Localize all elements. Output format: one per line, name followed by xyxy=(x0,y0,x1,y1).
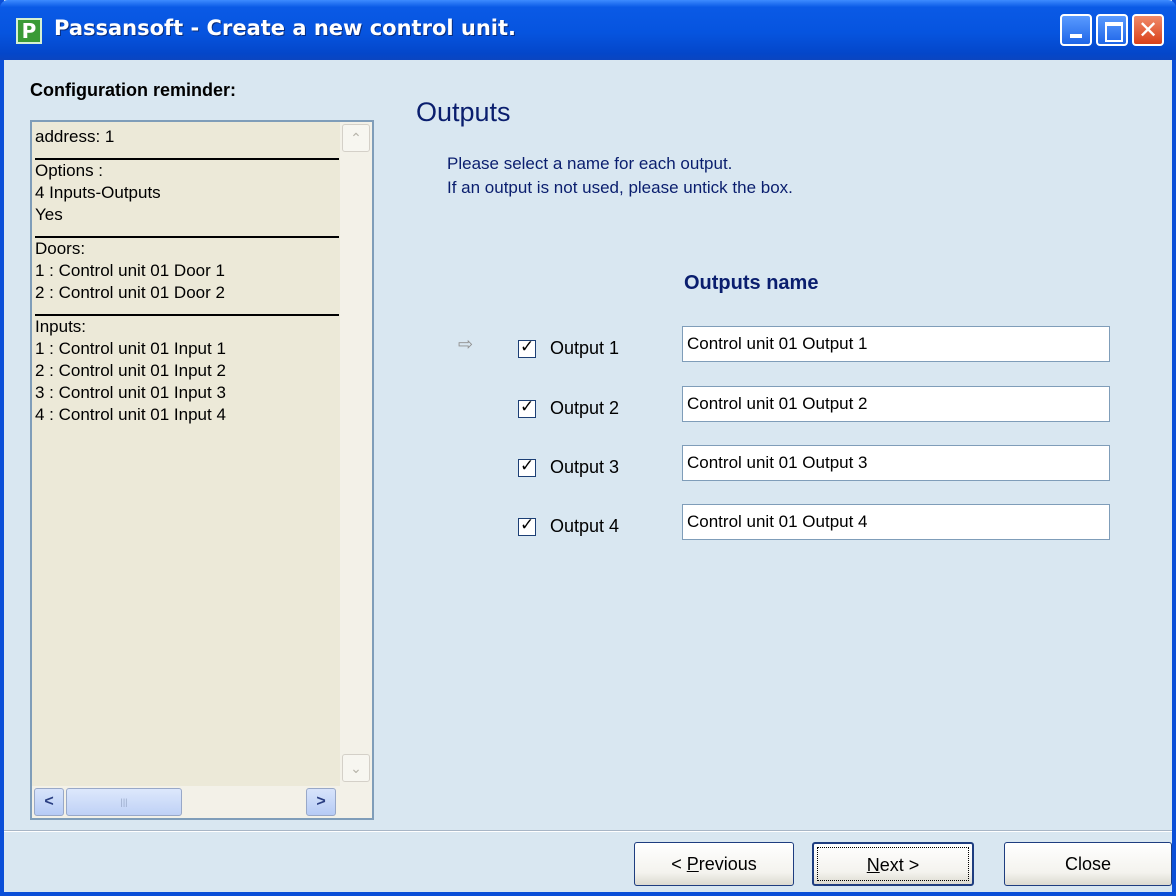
config-reminder-box[interactable]: address: 1 Options : 4 Inputs-Outputs Ye… xyxy=(30,120,374,820)
previous-accel: P xyxy=(686,854,699,874)
app-icon: P xyxy=(16,18,42,44)
minimize-button[interactable] xyxy=(1060,14,1092,46)
output-2-label[interactable]: Output 2 xyxy=(550,398,619,419)
output-4-label[interactable]: Output 4 xyxy=(550,516,619,537)
focus-rect xyxy=(817,847,969,881)
scroll-right-icon[interactable]: > xyxy=(306,788,336,816)
config-section-doors: Doors: 1 : Control unit 01 Door 1 2 : Co… xyxy=(34,238,340,316)
output-1-checkbox[interactable] xyxy=(518,337,536,358)
instruction-line: If an output is not used, please untick … xyxy=(447,178,793,197)
config-section-inputs: Inputs: 1 : Control unit 01 Input 1 2 : … xyxy=(34,316,340,426)
output-4-name-input[interactable] xyxy=(682,504,1110,540)
output-4-checkbox[interactable] xyxy=(518,515,536,536)
config-line: 4 Inputs-Outputs xyxy=(35,183,161,202)
title-bar[interactable]: P Passansoft - Create a new control unit… xyxy=(0,0,1176,60)
horizontal-scrollbar[interactable]: < ||| > xyxy=(32,786,372,818)
config-reminder-content: address: 1 Options : 4 Inputs-Outputs Ye… xyxy=(34,126,340,426)
output-1-label[interactable]: Output 1 xyxy=(550,338,619,359)
config-line: Doors: xyxy=(35,239,86,258)
previous-button[interactable]: < Previous xyxy=(634,842,794,886)
output-2-name-input[interactable] xyxy=(682,386,1110,422)
wizard-window: P Passansoft - Create a new control unit… xyxy=(0,0,1176,896)
maximize-button[interactable] xyxy=(1096,14,1128,46)
current-row-arrow-icon: ⇨ xyxy=(458,334,474,354)
page-title: Outputs xyxy=(416,97,511,127)
window-title: Passansoft - Create a new control unit. xyxy=(54,16,516,40)
config-line: 3 : Control unit 01 Input 3 xyxy=(35,383,226,402)
config-section-options: Options : 4 Inputs-Outputs Yes xyxy=(34,160,340,238)
vertical-scrollbar[interactable]: ⌃ ⌄ xyxy=(340,122,372,786)
config-line: 2 : Control unit 01 Door 2 xyxy=(35,283,225,302)
previous-rest: revious xyxy=(698,854,757,874)
config-line: Yes xyxy=(35,205,63,224)
config-line: Options : xyxy=(35,161,104,180)
output-3-name-input[interactable] xyxy=(682,445,1110,481)
close-icon: ✕ xyxy=(1137,16,1159,44)
config-line: 4 : Control unit 01 Input 4 xyxy=(35,405,226,424)
instruction-line: Please select a name for each output. xyxy=(447,154,733,173)
next-button[interactable]: Next > xyxy=(812,842,974,886)
config-line: 2 : Control unit 01 Input 2 xyxy=(35,361,226,380)
output-2-checkbox[interactable] xyxy=(518,397,536,418)
outputs-name-header: Outputs name xyxy=(684,272,819,294)
footer-divider xyxy=(4,830,1172,832)
scroll-left-icon[interactable]: < xyxy=(34,788,64,816)
config-line: address: 1 xyxy=(35,127,115,146)
config-line: Inputs: xyxy=(35,317,87,336)
output-3-checkbox[interactable] xyxy=(518,456,536,477)
config-section-address: address: 1 xyxy=(34,126,340,160)
config-reminder-label: Configuration reminder: xyxy=(30,80,236,100)
previous-prefix: < xyxy=(671,854,687,874)
close-button[interactable]: Close xyxy=(1004,842,1172,886)
config-line: 1 : Control unit 01 Input 1 xyxy=(35,339,226,358)
scroll-up-icon[interactable]: ⌃ xyxy=(342,124,370,152)
scroll-thumb[interactable]: ||| xyxy=(66,788,182,816)
output-3-label[interactable]: Output 3 xyxy=(550,457,619,478)
instructions: Please select a name for each output. If… xyxy=(447,152,793,200)
scroll-down-icon[interactable]: ⌄ xyxy=(342,754,370,782)
config-line: 1 : Control unit 01 Door 1 xyxy=(35,261,225,280)
output-1-name-input[interactable] xyxy=(682,326,1110,362)
close-window-button[interactable]: ✕ xyxy=(1132,14,1164,46)
